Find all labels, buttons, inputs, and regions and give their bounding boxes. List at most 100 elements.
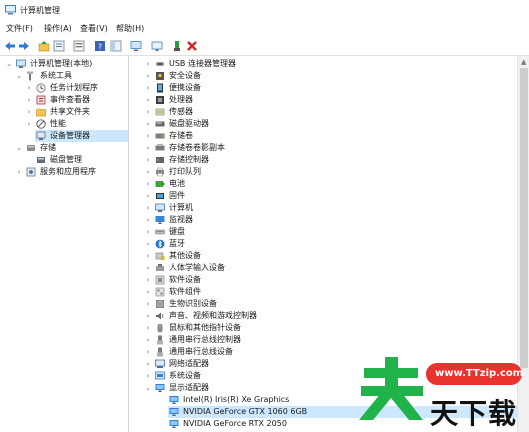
collapse-arrow-icon[interactable]: ⌄ — [15, 142, 23, 154]
expand-arrow-icon[interactable]: › — [144, 94, 152, 106]
menu-action[interactable]: 操作(A) — [44, 23, 72, 34]
expand-arrow-icon[interactable]: › — [25, 106, 33, 118]
expand-arrow-icon[interactable]: › — [144, 346, 152, 358]
device-item[interactable]: › 便携设备 — [147, 82, 517, 94]
device-item[interactable]: › 通用串行总线设备 — [147, 346, 517, 358]
device-item[interactable]: › 存储卷卷影副本 — [147, 142, 517, 154]
expand-arrow-icon[interactable]: › — [144, 214, 152, 226]
menu-view[interactable]: 查看(V) — [80, 23, 108, 34]
expand-arrow-icon[interactable]: › — [144, 250, 152, 262]
expand-arrow-icon[interactable]: › — [144, 130, 152, 142]
expand-arrow-icon[interactable]: › — [144, 202, 152, 214]
expand-arrow-icon[interactable]: › — [144, 166, 152, 178]
show-hide-icon[interactable] — [110, 40, 122, 52]
computer-icon[interactable] — [130, 40, 142, 52]
expand-arrow-icon[interactable]: › — [144, 370, 152, 382]
help-icon[interactable]: ? — [94, 40, 106, 52]
device-label: 通用串行总线设备 — [169, 347, 233, 356]
expand-arrow-icon[interactable]: › — [144, 118, 152, 130]
expand-arrow-icon[interactable]: › — [144, 262, 152, 274]
expand-arrow-icon[interactable]: › — [25, 82, 33, 94]
expand-arrow-icon[interactable]: › — [144, 106, 152, 118]
expand-arrow-icon[interactable]: › — [144, 286, 152, 298]
expand-arrow-icon[interactable]: › — [144, 70, 152, 82]
back-icon[interactable] — [4, 40, 16, 52]
device-item[interactable]: › 软件组件 — [147, 286, 517, 298]
nav-tree-item[interactable]: › 任务计划程序 — [28, 82, 128, 94]
uninstall-icon[interactable] — [186, 40, 198, 52]
device-item[interactable]: › 软件设备 — [147, 274, 517, 286]
device-item[interactable]: › 计算机 — [147, 202, 517, 214]
scroll-up-arrow-icon[interactable]: ▲ — [521, 58, 526, 66]
collapse-arrow-icon[interactable]: ⌄ — [144, 382, 152, 394]
expand-arrow-icon[interactable]: › — [144, 322, 152, 334]
expand-arrow-icon[interactable]: › — [144, 58, 152, 70]
device-item[interactable]: › 蓝牙 — [147, 238, 517, 250]
nav-tree-item[interactable]: ⌄ 计算机管理(本地) — [6, 58, 128, 70]
menu-help[interactable]: 帮助(H) — [116, 23, 144, 34]
expand-arrow-icon[interactable]: › — [144, 154, 152, 166]
device-item[interactable]: › 电池 — [147, 178, 517, 190]
device-item[interactable]: › 传感器 — [147, 106, 517, 118]
device-item[interactable]: › 其他设备 — [147, 250, 517, 262]
list-view-icon[interactable] — [73, 40, 85, 52]
expand-arrow-icon[interactable]: › — [25, 94, 33, 106]
softdev-icon — [155, 275, 165, 285]
expand-arrow-icon[interactable]: › — [144, 190, 152, 202]
nav-tree-item[interactable]: › 共享文件夹 — [28, 106, 128, 118]
device-item[interactable]: › 磁盘驱动器 — [147, 118, 517, 130]
nav-tree-item[interactable]: ⌄ 系统工具 — [16, 70, 128, 82]
expand-arrow-icon[interactable]: › — [144, 82, 152, 94]
computer-icon — [155, 203, 165, 212]
device-item[interactable]: › 打印队列 — [147, 166, 517, 178]
expand-arrow-icon[interactable]: › — [144, 274, 152, 286]
scroll-thumb[interactable] — [520, 68, 528, 368]
device-item[interactable]: › 鼠标和其他指针设备 — [147, 322, 517, 334]
device-item[interactable]: › 人体学输入设备 — [147, 262, 517, 274]
nav-tree-item[interactable]: 磁盘管理 — [35, 154, 128, 166]
device-item[interactable]: › 固件 — [147, 190, 517, 202]
device-item[interactable]: › 安全设备 — [147, 70, 517, 82]
expand-arrow-icon[interactable]: › — [144, 226, 152, 238]
device-item[interactable]: › 生物识别设备 — [147, 298, 517, 310]
expand-arrow-icon[interactable]: › — [144, 310, 152, 322]
update-driver-icon[interactable] — [151, 40, 163, 52]
device-label: 处理器 — [169, 95, 193, 104]
device-item[interactable]: › 通用串行总线控制器 — [147, 334, 517, 346]
up-folder-icon[interactable] — [38, 40, 50, 52]
device-label: 键盘 — [169, 227, 185, 236]
display-icon — [169, 396, 179, 404]
properties-icon[interactable] — [53, 40, 65, 52]
device-item[interactable]: › USB 连接器管理器 — [147, 58, 517, 70]
expand-arrow-icon[interactable]: › — [15, 166, 23, 178]
expand-arrow-icon[interactable]: › — [144, 178, 152, 190]
nav-tree-item[interactable]: › 事件查看器 — [28, 94, 128, 106]
device-label: 安全设备 — [169, 71, 201, 80]
expand-arrow-icon[interactable]: › — [144, 334, 152, 346]
collapse-arrow-icon[interactable]: ⌄ — [5, 58, 13, 70]
device-item[interactable]: › 处理器 — [147, 94, 517, 106]
expand-arrow-icon[interactable]: › — [144, 238, 152, 250]
device-item[interactable]: › 存储卷 — [147, 130, 517, 142]
security-icon — [156, 72, 164, 80]
collapse-arrow-icon[interactable]: ⌄ — [15, 70, 23, 82]
nav-tree-item[interactable]: › 性能 — [28, 118, 128, 130]
forward-icon[interactable] — [18, 40, 30, 52]
expand-arrow-icon[interactable]: › — [25, 118, 33, 130]
devmgr-icon — [36, 131, 46, 140]
expand-arrow-icon[interactable]: › — [144, 358, 152, 370]
device-label: 其他设备 — [169, 251, 201, 260]
nav-tree-item[interactable]: 设备管理器 — [35, 130, 128, 142]
expand-arrow-icon[interactable]: › — [144, 142, 152, 154]
nav-tree-item[interactable]: › 服务和应用程序 — [18, 166, 128, 178]
menu-file[interactable]: 文件(F) — [6, 23, 33, 34]
device-item[interactable]: › 监视器 — [147, 214, 517, 226]
device-item[interactable]: › 声音、视频和游戏控制器 — [147, 310, 517, 322]
enable-device-icon[interactable] — [172, 40, 184, 52]
device-item[interactable]: › 存储控制器 — [147, 154, 517, 166]
biometric-icon — [156, 300, 164, 308]
expand-arrow-icon[interactable]: › — [144, 298, 152, 310]
device-item[interactable]: › 键盘 — [147, 226, 517, 238]
nav-tree-label: 任务计划程序 — [50, 83, 98, 92]
nav-tree-item[interactable]: ⌄ 存储 — [16, 142, 128, 154]
